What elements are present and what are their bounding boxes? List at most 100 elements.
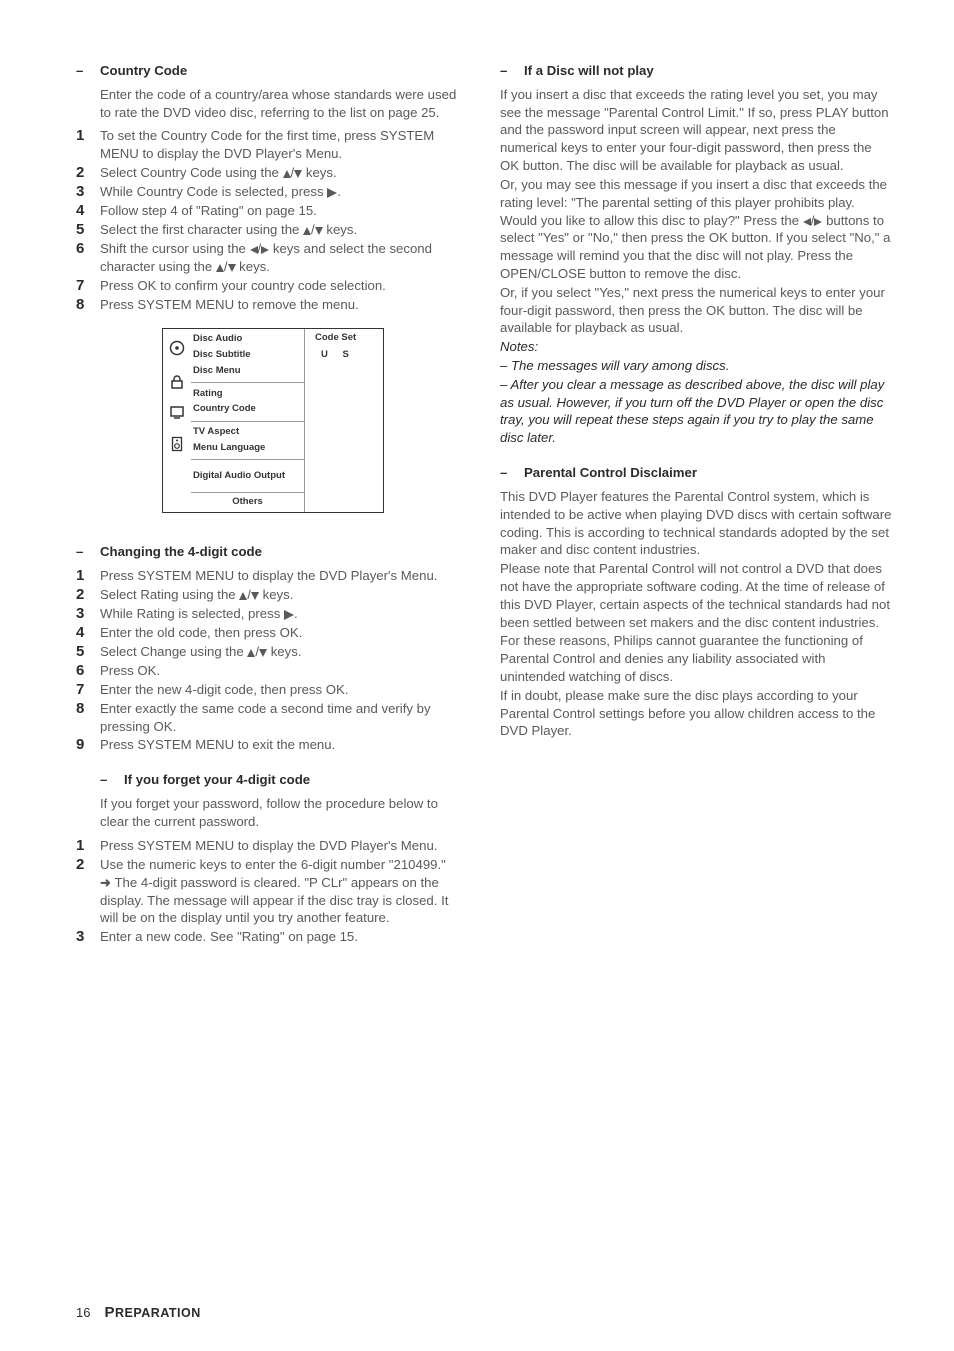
note-1: – The messages will vary among discs.: [500, 357, 894, 375]
columns: –Country Code Enter the code of a countr…: [76, 58, 894, 1284]
step-2: 2Select Rating using the / keys.: [76, 586, 470, 604]
step-text: Press SYSTEM MENU to display the DVD Pla…: [100, 837, 470, 855]
step-text: Press SYSTEM MENU to exit the menu.: [100, 736, 470, 754]
speaker-icon: [171, 436, 183, 452]
down-arrow-icon: [315, 227, 323, 235]
menu-icons-col: [163, 329, 191, 512]
step-9: 9Press SYSTEM MENU to exit the menu.: [76, 736, 470, 754]
step-text: Enter exactly the same code a second tim…: [100, 700, 470, 736]
menu-labels-col: Disc Audio Disc Subtitle Disc Menu Ratin…: [191, 329, 305, 512]
step-text: To set the Country Code for the first ti…: [100, 127, 470, 163]
step-5: 5Select Change using the / keys.: [76, 643, 470, 661]
osd-menu-illustration: Disc Audio Disc Subtitle Disc Menu Ratin…: [162, 328, 384, 513]
down-arrow-icon: [251, 592, 259, 600]
menu-code-set: Code Set: [315, 332, 383, 345]
tv-icon: [169, 405, 185, 419]
country-code-intro: Enter the code of a country/area whose s…: [76, 86, 470, 122]
page: –Country Code Enter the code of a countr…: [0, 0, 954, 1351]
disc-icon: [169, 340, 185, 356]
menu-right-col: Code Set U S: [305, 329, 383, 512]
menu-item-others: Others: [191, 493, 304, 512]
down-arrow-icon: [259, 649, 267, 657]
step-text: Shift the cursor using the / keys and se…: [100, 240, 470, 276]
disc-p2: Or, you may see this message if you inse…: [500, 176, 894, 283]
disc-p3: Or, if you select "Yes," next press the …: [500, 284, 894, 337]
step-6: 6Press OK.: [76, 662, 470, 680]
play-icon: [284, 610, 294, 620]
heading-text: Parental Control Disclaimer: [524, 465, 697, 480]
section-title: PREPARATION: [104, 1304, 200, 1321]
up-arrow-icon: [247, 649, 255, 657]
step-3: 3Enter a new code. See "Rating" on page …: [76, 928, 470, 946]
menu-item: Disc Audio: [193, 332, 304, 348]
step-2: 2 Use the numeric keys to enter the 6-di…: [76, 856, 470, 927]
step-8: 8Press SYSTEM MENU to remove the menu.: [76, 296, 470, 314]
menu-item: Rating: [193, 386, 304, 402]
step-5: 5Select the first character using the / …: [76, 221, 470, 239]
disc-p1: If you insert a disc that exceeds the ra…: [500, 86, 894, 175]
step-text: Press OK.: [100, 662, 470, 680]
step-1: 1Press SYSTEM MENU to display the DVD Pl…: [76, 837, 470, 855]
step-3: 3While Country Code is selected, press .: [76, 183, 470, 201]
step-text: Select Rating using the / keys.: [100, 586, 470, 604]
step-4: 4Enter the old code, then press OK.: [76, 624, 470, 642]
step-text: Enter the new 4-digit code, then press O…: [100, 681, 470, 699]
step-1: 1Press SYSTEM MENU to display the DVD Pl…: [76, 567, 470, 585]
step-text: Press SYSTEM MENU to display the DVD Pla…: [100, 567, 470, 585]
left-arrow-icon: [250, 246, 258, 254]
step-3: 3While Rating is selected, press .: [76, 605, 470, 623]
step-text: Enter a new code. See "Rating" on page 1…: [100, 928, 470, 946]
down-arrow-icon: [228, 264, 236, 272]
lock-icon: [169, 374, 185, 390]
heading-country-code: –Country Code: [76, 62, 470, 80]
up-arrow-icon: [216, 264, 224, 272]
heading-forget-code: –If you forget your 4-digit code: [76, 771, 470, 789]
step-4: 4Follow step 4 of "Rating" on page 15.: [76, 202, 470, 220]
step-7: 7Press OK to confirm your country code s…: [76, 277, 470, 295]
page-footer: 16 PREPARATION: [76, 1284, 894, 1321]
heading-text: Changing the 4-digit code: [100, 544, 262, 559]
heading-parental-disclaimer: –Parental Control Disclaimer: [500, 464, 894, 482]
menu-item: TV Aspect: [193, 425, 304, 441]
menu-item: Disc Menu: [193, 363, 304, 379]
parental-p1: This DVD Player features the Parental Co…: [500, 488, 894, 559]
step-text: Select the first character using the / k…: [100, 221, 470, 239]
page-number: 16: [76, 1305, 90, 1320]
forget-intro: If you forget your password, follow the …: [76, 795, 470, 831]
heading-text: If you forget your 4-digit code: [124, 772, 310, 787]
menu-us-value: U S: [315, 349, 383, 362]
heading-disc-not-play: –If a Disc will not play: [500, 62, 894, 80]
step-text: Press OK to confirm your country code se…: [100, 277, 470, 295]
menu-item: Digital Audio Output: [193, 468, 304, 484]
play-icon: [327, 188, 337, 198]
step-2: 2Select Country Code using the / keys.: [76, 164, 470, 182]
right-column: –If a Disc will not play If you insert a…: [500, 58, 894, 1284]
left-column: –Country Code Enter the code of a countr…: [76, 58, 470, 1284]
step-6: 6Shift the cursor using the / keys and s…: [76, 240, 470, 276]
parental-p3: For these reasons, Philips cannot guaran…: [500, 632, 894, 685]
step-text: Use the numeric keys to enter the 6-digi…: [100, 856, 470, 927]
step-7: 7Enter the new 4-digit code, then press …: [76, 681, 470, 699]
step-1: 1To set the Country Code for the first t…: [76, 127, 470, 163]
note-2: – After you clear a message as described…: [500, 376, 894, 447]
step-text: While Country Code is selected, press .: [100, 183, 470, 201]
parental-p4: If in doubt, please make sure the disc p…: [500, 687, 894, 740]
notes-heading: Notes:: [500, 338, 894, 356]
parental-p2: Please note that Parental Control will n…: [500, 560, 894, 631]
up-arrow-icon: [303, 227, 311, 235]
step-text: Follow step 4 of "Rating" on page 15.: [100, 202, 470, 220]
heading-text: Country Code: [100, 63, 187, 78]
step-8: 8Enter exactly the same code a second ti…: [76, 700, 470, 736]
step-text: Enter the old code, then press OK.: [100, 624, 470, 642]
result-arrow-icon: ➜: [100, 875, 111, 890]
step-text: Press SYSTEM MENU to remove the menu.: [100, 296, 470, 314]
menu-item: Menu Language: [193, 441, 304, 457]
step-text: Select Country Code using the / keys.: [100, 164, 470, 182]
up-arrow-icon: [283, 170, 291, 178]
menu-item: Country Code: [193, 402, 304, 418]
step-text: Select Change using the / keys.: [100, 643, 470, 661]
menu-item: Disc Subtitle: [193, 348, 304, 364]
left-arrow-icon: [803, 218, 811, 226]
step-text: While Rating is selected, press .: [100, 605, 470, 623]
heading-text: If a Disc will not play: [524, 63, 654, 78]
